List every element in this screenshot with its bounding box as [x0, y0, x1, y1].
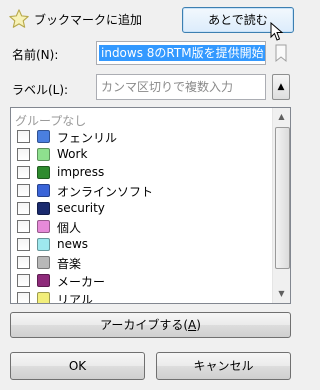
color-swatch: [37, 202, 50, 215]
color-swatch: [37, 238, 50, 251]
color-swatch: [37, 184, 50, 197]
checkbox[interactable]: [17, 130, 30, 143]
name-label: 名前(N):: [12, 48, 59, 62]
scroll-thumb[interactable]: [275, 127, 290, 269]
list-item-label: security: [57, 201, 105, 215]
checkbox[interactable]: [17, 274, 30, 287]
color-swatch: [37, 130, 50, 143]
list-item-label: フェンリル: [57, 131, 118, 145]
list-item-label: 個人: [57, 221, 82, 235]
list-item-label: Work: [57, 147, 88, 161]
dialog-title: ブックマークに追加: [34, 13, 143, 27]
label-toggle-button[interactable]: ▲: [272, 74, 290, 100]
archive-button[interactable]: アーカイブする(A): [10, 312, 291, 338]
name-input[interactable]: indows 8のRTM版を提供開始: [96, 41, 266, 65]
label-label: ラベル(L):: [12, 83, 69, 97]
color-swatch: [37, 166, 50, 179]
scroll-down-arrow-icon[interactable]: ▼: [274, 286, 289, 302]
color-swatch: [37, 256, 50, 269]
list-item-label: オンラインソフト: [57, 185, 154, 199]
mouse-cursor-icon: [270, 22, 284, 41]
archive-label: アーカイブする(: [100, 318, 189, 332]
checkbox[interactable]: [17, 220, 30, 233]
checkbox[interactable]: [17, 292, 30, 303]
cancel-button[interactable]: キャンセル: [156, 352, 291, 380]
color-swatch: [37, 148, 50, 161]
scroll-up-arrow-icon[interactable]: ▲: [274, 109, 289, 125]
label-list[interactable]: グループなし フェンリル Work impress オンラインソフト secur…: [10, 107, 291, 304]
star-icon: [9, 9, 29, 28]
list-item-label: メーカー: [57, 275, 106, 289]
list-item-label: リアル: [57, 293, 93, 304]
checkbox[interactable]: [17, 148, 30, 161]
checkbox[interactable]: [17, 184, 30, 197]
color-swatch: [37, 220, 50, 233]
checkbox[interactable]: [17, 238, 30, 251]
color-swatch: [37, 292, 50, 303]
list-item-label: news: [57, 237, 89, 251]
bookmark-icon[interactable]: [273, 43, 289, 63]
ok-button[interactable]: OK: [10, 352, 145, 380]
archive-label-end: ): [196, 318, 201, 332]
list-item-label: 音楽: [57, 257, 82, 271]
checkbox[interactable]: [17, 256, 30, 269]
checkbox[interactable]: [17, 166, 30, 179]
name-input-value: indows 8のRTM版を提供開始: [99, 45, 265, 61]
vertical-scrollbar[interactable]: ▲ ▼: [272, 108, 290, 303]
color-swatch: [37, 274, 50, 287]
list-item-label: impress: [57, 165, 105, 179]
label-input[interactable]: カンマ区切りで複数入力: [96, 74, 266, 100]
list-header: グループなし: [15, 114, 87, 128]
triangle-up-icon: ▲: [277, 82, 285, 92]
checkbox[interactable]: [17, 202, 30, 215]
